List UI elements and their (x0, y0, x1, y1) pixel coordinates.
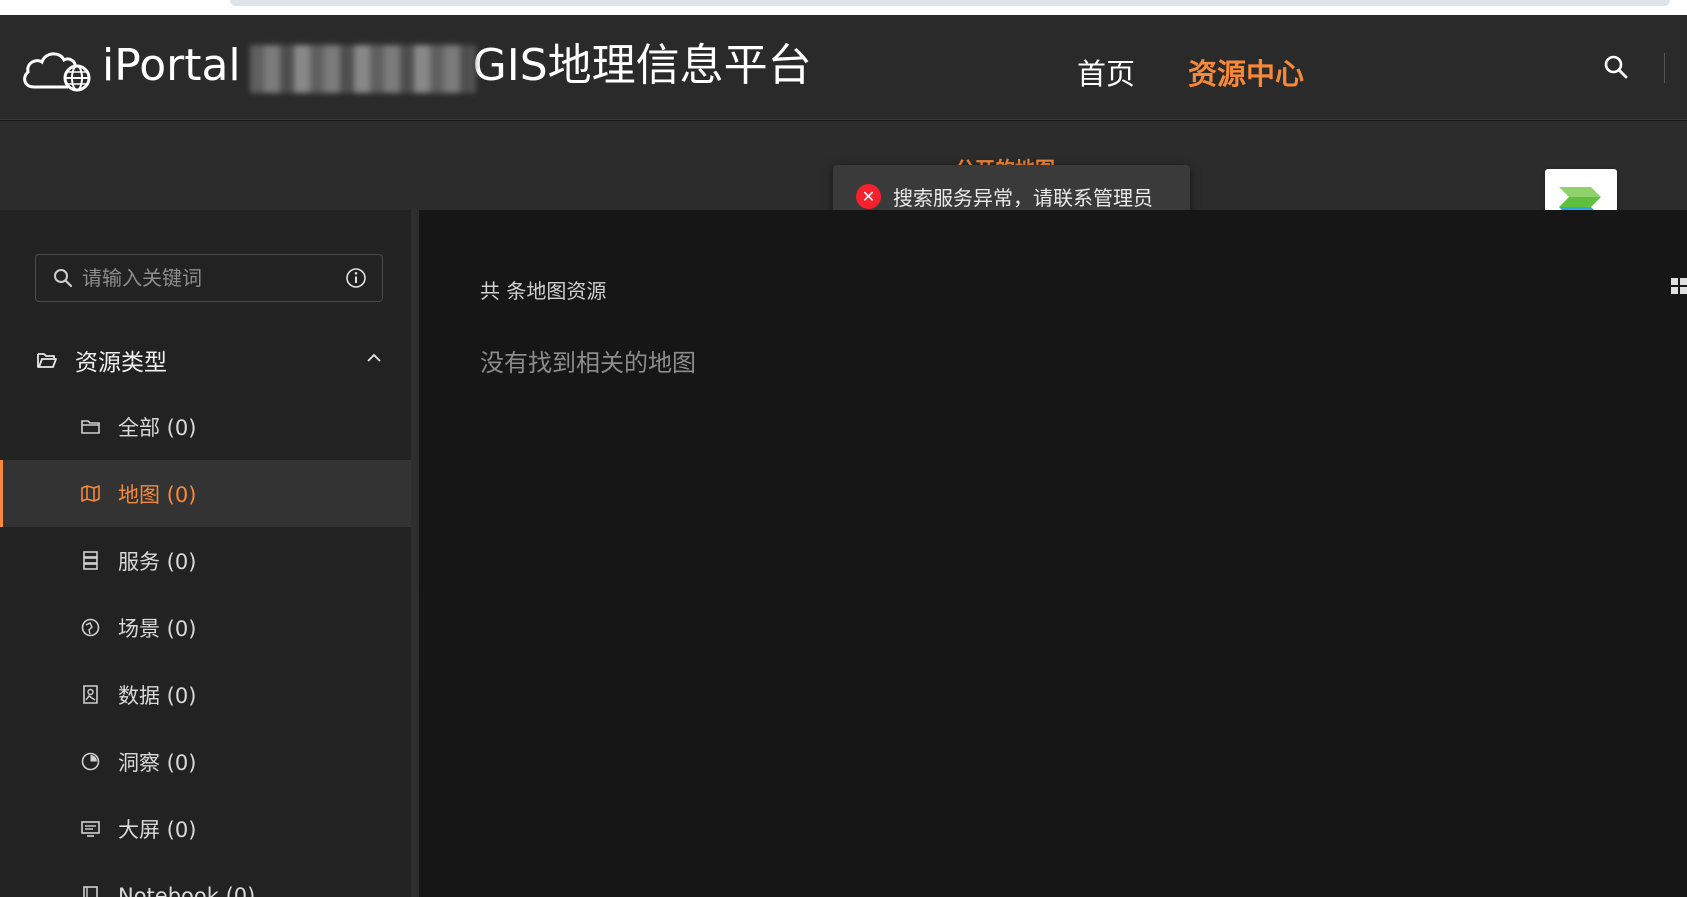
scene-globe-icon (81, 618, 100, 637)
search-icon[interactable] (1603, 54, 1629, 80)
sidebar-item-label: 全部 (0) (118, 415, 197, 440)
site-title-prefix: iPortal (102, 40, 241, 91)
nav-home[interactable]: 首页 (1077, 51, 1135, 93)
folder-open-icon (37, 353, 57, 368)
sidebar-item-label: 大屏 (0) (118, 817, 197, 842)
notebook-icon (83, 886, 98, 897)
dashboard-screen-icon (81, 821, 100, 837)
sidebar-search-box[interactable] (35, 254, 383, 302)
nav-resource-center[interactable]: 资源中心 (1188, 51, 1304, 93)
main-content: 共 条地图资源 没有找到相关的地图 (419, 210, 1687, 897)
empty-state-message: 没有找到相关的地图 (480, 349, 696, 377)
sidebar-item-maps[interactable]: 地图 (0) (0, 460, 418, 527)
sidebar-item-services[interactable]: 服务 (0) (0, 527, 418, 594)
redacted-title-segment (250, 45, 475, 93)
cloud-globe-logo-icon (23, 52, 91, 92)
browser-tab-edge (230, 0, 1670, 6)
sidebar-scrollbar[interactable] (411, 210, 419, 897)
error-close-circle-icon: ✕ (856, 184, 881, 209)
sidebar-item-scenes[interactable]: 场景 (0) (0, 594, 418, 661)
keyword-search-input[interactable] (82, 263, 332, 293)
section-title: 资源类型 (75, 350, 167, 376)
browser-top-strip (0, 0, 1687, 15)
sidebar-item-label: 场景 (0) (118, 616, 197, 641)
top-header: iPortal GIS地理信息平台 首页 资源中心 (0, 15, 1687, 120)
header-divider (1664, 53, 1665, 83)
sidebar-item-label: Notebook (0) (118, 883, 256, 897)
info-icon[interactable] (345, 267, 367, 289)
sidebar-item-dashboards[interactable]: 大屏 (0) (0, 795, 418, 862)
server-icon (83, 551, 98, 570)
site-title-suffix: GIS地理信息平台 (472, 40, 812, 91)
sidebar-item-insights[interactable]: 洞察 (0) (0, 728, 418, 795)
map-icon (81, 485, 100, 502)
chevron-up-icon[interactable] (365, 349, 383, 367)
sidebar-item-all[interactable]: 全部 (0) (0, 393, 418, 460)
sidebar-item-label: 数据 (0) (118, 683, 197, 708)
sidebar-item-label: 服务 (0) (118, 549, 197, 574)
data-icon (83, 685, 98, 704)
folder-icon (81, 420, 100, 434)
resource-type-section-header[interactable]: 资源类型 (35, 335, 385, 385)
grid-view-icon[interactable] (1670, 275, 1687, 299)
sidebar-item-data[interactable]: 数据 (0) (0, 661, 418, 728)
sidebar: 资源类型 全部 (0) 地图 (0) 服务 (0) 场景 (0) 数据 (0) … (0, 210, 418, 897)
result-count: 共 条地图资源 (480, 279, 607, 303)
search-icon (54, 269, 73, 288)
toast-message: 搜索服务异常，请联系管理员 (893, 186, 1153, 210)
sidebar-item-label: 洞察 (0) (118, 750, 197, 775)
insight-pie-icon (81, 752, 100, 771)
sidebar-item-label: 地图 (0) (118, 482, 197, 507)
sidebar-item-notebook[interactable]: Notebook (0) (0, 862, 418, 897)
